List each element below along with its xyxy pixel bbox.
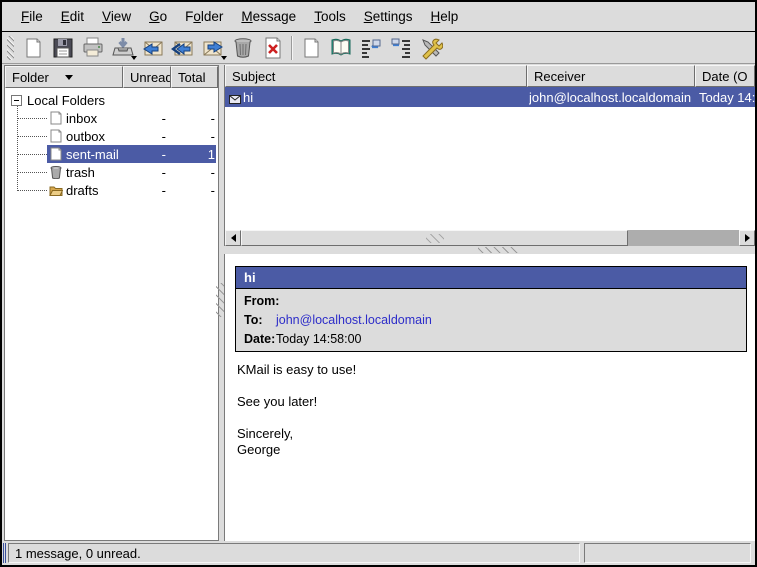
menu-folder[interactable]: Folder bbox=[176, 5, 232, 28]
folder-tree-item-local-folders[interactable]: Local Folders bbox=[5, 91, 218, 109]
menu-file[interactable]: File bbox=[12, 5, 52, 28]
message-row[interactable]: hi john@localhost.localdomain Today 14:5… bbox=[225, 87, 755, 107]
trash-icon bbox=[231, 36, 255, 60]
message-list: Subject Receiver Date (O hi john@localho… bbox=[224, 65, 755, 246]
menu-message[interactable]: Message bbox=[232, 5, 305, 28]
mail-folder-icon bbox=[49, 129, 63, 143]
header-row-to: To: john@localhost.localdomain bbox=[236, 310, 746, 329]
header-row-from: From: bbox=[236, 291, 746, 310]
folder-tree-item-sent-mail[interactable]: sent-mail - 1 bbox=[5, 145, 218, 163]
folder-tree-item-outbox[interactable]: outbox - - bbox=[5, 127, 218, 145]
message-body: KMail is easy to use! See you later! Sin… bbox=[237, 362, 747, 458]
splitter-grip bbox=[478, 247, 518, 253]
folder-tree-item-trash[interactable]: trash - - bbox=[5, 163, 218, 181]
subject-column-header[interactable]: Subject bbox=[225, 65, 527, 87]
status-message-panel: 1 message, 0 unread. bbox=[8, 543, 580, 563]
new-message-button[interactable] bbox=[18, 34, 48, 62]
reply-all-icon bbox=[171, 36, 195, 60]
folder-tree: Local Folders inbox - - outbox - - sent-… bbox=[5, 88, 218, 540]
apply-filters-button[interactable] bbox=[386, 34, 416, 62]
message-header-box: hi From: To: john@localhost.localdomain … bbox=[235, 266, 747, 352]
check-mail-button[interactable] bbox=[108, 34, 138, 62]
print-button[interactable] bbox=[78, 34, 108, 62]
reply-all-button[interactable] bbox=[168, 34, 198, 62]
trash-folder-icon bbox=[49, 165, 63, 179]
scroll-left-button[interactable] bbox=[225, 230, 241, 246]
unread-column-header[interactable]: Unread bbox=[123, 66, 171, 88]
kmail-window: File Edit View Go Folder Message Tools S… bbox=[0, 0, 757, 567]
folder-pane: Folder Unread Total Local Folders inbox … bbox=[4, 65, 219, 541]
new-window-button[interactable] bbox=[296, 34, 326, 62]
sort-descending-icon bbox=[65, 75, 73, 80]
forward-dropdown-arrow[interactable] bbox=[221, 56, 227, 60]
drafts-folder-icon bbox=[49, 183, 63, 197]
main-toolbar bbox=[2, 33, 755, 64]
message-rows: hi john@localhost.localdomain Today 14:5… bbox=[225, 87, 755, 230]
move-to-trash-button[interactable] bbox=[228, 34, 258, 62]
sent-mail-envelope-icon bbox=[229, 92, 241, 107]
menu-settings[interactable]: Settings bbox=[355, 5, 422, 28]
save-button[interactable] bbox=[48, 34, 78, 62]
configure-icon bbox=[419, 36, 443, 60]
check-mail-dropdown-arrow[interactable] bbox=[131, 56, 137, 60]
address-book-icon bbox=[329, 36, 353, 60]
pane-splitter-horizontal[interactable] bbox=[224, 246, 755, 254]
menu-tools[interactable]: Tools bbox=[305, 5, 355, 28]
arrow-right-icon bbox=[745, 234, 750, 242]
status-bar: 1 message, 0 unread. bbox=[2, 541, 755, 565]
reply-icon bbox=[141, 36, 165, 60]
collapse-icon[interactable] bbox=[11, 95, 22, 106]
create-filter-button[interactable] bbox=[356, 34, 386, 62]
horizontal-scrollbar[interactable] bbox=[225, 230, 755, 246]
new-message-icon bbox=[21, 36, 45, 60]
menu-help[interactable]: Help bbox=[422, 5, 468, 28]
menu-bar: File Edit View Go Folder Message Tools S… bbox=[2, 2, 755, 32]
delete-button[interactable] bbox=[258, 34, 288, 62]
receiver-column-header[interactable]: Receiver bbox=[527, 65, 695, 87]
menu-edit[interactable]: Edit bbox=[52, 5, 93, 28]
folder-tree-item-drafts[interactable]: drafts - - bbox=[5, 181, 218, 199]
folder-tree-item-inbox[interactable]: inbox - - bbox=[5, 109, 218, 127]
scrollbar-grip bbox=[426, 234, 444, 243]
apply-filters-icon bbox=[389, 36, 413, 60]
menu-view[interactable]: View bbox=[93, 5, 140, 28]
toolbar-separator bbox=[291, 36, 293, 60]
forward-button[interactable] bbox=[198, 34, 228, 62]
total-column-header[interactable]: Total bbox=[171, 66, 218, 88]
scrollbar-thumb[interactable] bbox=[241, 230, 628, 246]
create-filter-icon bbox=[359, 36, 383, 60]
arrow-left-icon bbox=[231, 234, 236, 242]
menu-go[interactable]: Go bbox=[140, 5, 176, 28]
mail-folder-icon bbox=[49, 111, 63, 125]
progress-indicator bbox=[3, 543, 7, 563]
folder-column-header[interactable]: Folder bbox=[5, 66, 123, 88]
delete-icon bbox=[261, 36, 285, 60]
scroll-right-button[interactable] bbox=[739, 230, 755, 246]
configure-button[interactable] bbox=[416, 34, 446, 62]
header-row-date: Date: Today 14:58:00 bbox=[236, 329, 746, 348]
address-book-button[interactable] bbox=[326, 34, 356, 62]
status-aux-panel bbox=[584, 543, 751, 563]
mail-folder-icon bbox=[49, 147, 63, 161]
reply-button[interactable] bbox=[138, 34, 168, 62]
message-subject-bar: hi bbox=[236, 267, 746, 289]
print-icon bbox=[81, 36, 105, 60]
recipient-email-link[interactable]: john@localhost.localdomain bbox=[276, 313, 432, 327]
toolbar-grip[interactable] bbox=[7, 36, 14, 60]
blank-page-icon bbox=[299, 36, 323, 60]
save-icon bbox=[51, 36, 75, 60]
message-preview-pane: hi From: To: john@localhost.localdomain … bbox=[224, 254, 755, 541]
date-column-header[interactable]: Date (O bbox=[695, 65, 755, 87]
